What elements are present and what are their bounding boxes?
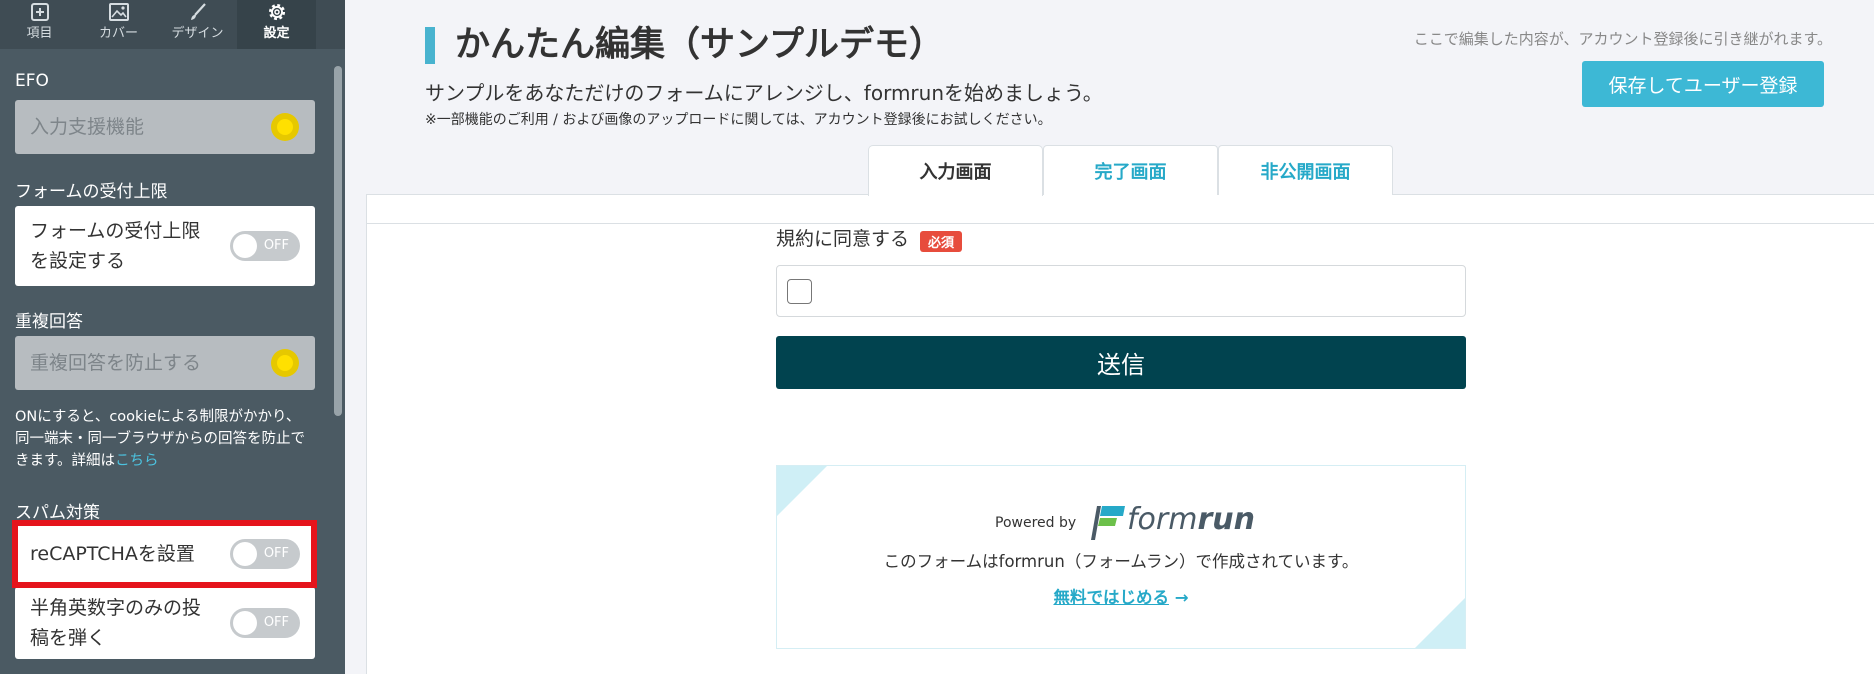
corner-decoration — [777, 466, 827, 516]
limit-toggle[interactable]: OFF — [230, 231, 300, 261]
start-free-label: 無料ではじめる — [1053, 588, 1169, 607]
limit-toggle-text: OFF — [263, 238, 289, 253]
settings-sidebar: 項目 カバー デザイン 設定 EFO 入力支援機能 フォームの受付上限 フォーム… — [0, 0, 345, 674]
tab-settings[interactable]: 設定 — [237, 0, 316, 49]
details-link[interactable]: こちら — [115, 453, 159, 469]
start-free-link[interactable]: 無料ではじめる → — [777, 587, 1465, 609]
limit-label-line1: フォームの受付上限 — [30, 220, 201, 242]
tab-private-screen[interactable]: 非公開画面 — [1218, 145, 1393, 195]
sidebar-tabs: 項目 カバー デザイン 設定 — [0, 0, 345, 49]
duplicate-note-line2: 同一端末・同一ブラウザからの回答を防止で — [15, 431, 305, 447]
note-prefix: きます。詳細は — [15, 453, 116, 469]
alnum-toggle-text: OFF — [263, 615, 289, 630]
gear-icon — [268, 3, 285, 21]
alnum-card: 半角英数字のみの投 稿を弾く OFF — [15, 587, 315, 659]
logo-run: run — [1197, 502, 1255, 537]
required-badge: 必須 — [920, 231, 962, 252]
powered-by-text: Powered by — [995, 515, 1077, 531]
formrun-logo-text: formrun — [1127, 500, 1255, 540]
tab-settings-label: 設定 — [263, 26, 290, 41]
submit-button[interactable]: 送信 — [776, 336, 1466, 389]
limit-label-line2: を設定する — [30, 250, 126, 272]
alnum-label-line1: 半角英数字のみの投 — [30, 597, 202, 619]
duplicate-section-title: 重複回答 — [15, 312, 83, 332]
handover-note: ここで編集した内容が、アカウント登録後に引き継がれます。 — [1413, 30, 1832, 48]
tab-cover-label: カバー — [98, 26, 138, 41]
tab-complete-screen[interactable]: 完了画面 — [1043, 145, 1218, 195]
arrow-right-icon: → — [1174, 588, 1189, 607]
agree-checkbox[interactable] — [787, 279, 812, 304]
brush-icon — [190, 3, 206, 20]
panel-divider — [366, 223, 1874, 224]
efo-label: 入力支援機能 — [30, 116, 145, 138]
efo-section-title: EFO — [15, 71, 49, 91]
image-icon — [108, 3, 129, 21]
save-register-button[interactable]: 保存してユーザー登録 — [1582, 61, 1824, 107]
sidebar-scrollbar[interactable] — [334, 66, 342, 416]
tab-items-label: 項目 — [26, 26, 53, 41]
duplicate-label: 重複回答を防止する — [30, 352, 202, 374]
efo-card: 入力支援機能 — [15, 100, 315, 154]
powered-by-card: Powered by formrun このフォームはformrun（フォームラン… — [776, 465, 1466, 649]
tab-items[interactable]: 項目 — [0, 0, 79, 49]
duplicate-note-line1: ONにすると、cookieによる制限がかかり、 — [15, 409, 301, 425]
agree-field — [776, 265, 1466, 317]
made-with-text: このフォームはformrun（フォームラン）で作成されています。 — [883, 552, 1359, 571]
duplicate-card: 重複回答を防止する — [15, 336, 315, 390]
page-note: ※一部機能のご利用 / および画像のアップロードに関しては、アカウント登録後にお… — [425, 112, 1052, 128]
tab-cover[interactable]: カバー — [79, 0, 158, 49]
limit-card: フォームの受付上限 を設定する OFF — [15, 206, 315, 286]
premium-icon — [271, 113, 299, 141]
page-subtitle: サンプルをあなただけのフォームにアレンジし、formrunを始めましょう。 — [425, 81, 1103, 105]
duplicate-note-line3: きます。詳細はこちら — [15, 450, 325, 472]
premium-icon — [271, 349, 299, 377]
title-accent-bar — [425, 27, 435, 64]
recaptcha-highlight-box — [12, 520, 317, 588]
alnum-toggle[interactable]: OFF — [230, 608, 300, 638]
tab-design[interactable]: デザイン — [158, 0, 237, 49]
alnum-label-line2: 稿を弾く — [30, 627, 107, 649]
logo-form: form — [1127, 502, 1198, 537]
plus-square-icon — [30, 3, 49, 21]
agree-label: 規約に同意する — [776, 228, 910, 250]
tab-design-label: デザイン — [171, 26, 224, 41]
tab-input-screen[interactable]: 入力画面 — [868, 145, 1043, 196]
page-title: かんたん編集（サンプルデモ） — [455, 25, 944, 65]
limit-section-title: フォームの受付上限 — [15, 182, 168, 202]
